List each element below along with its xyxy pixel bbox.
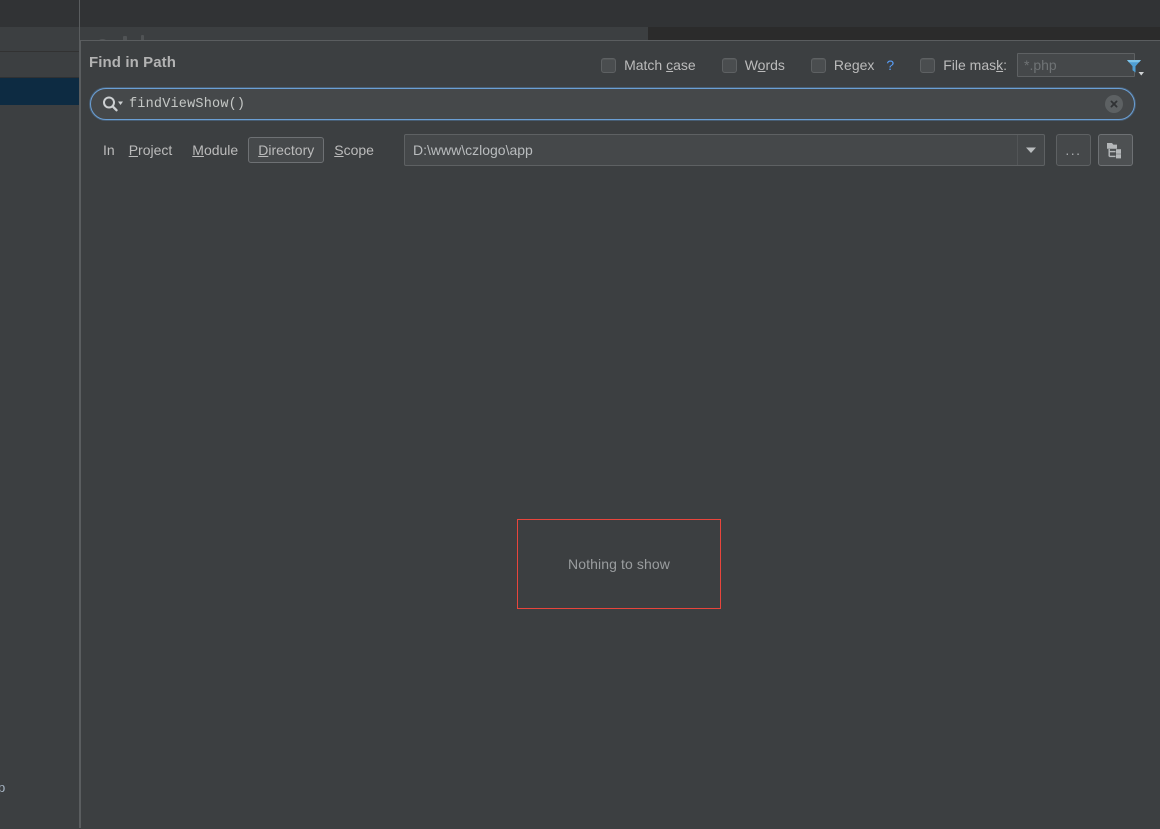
close-icon (1110, 100, 1118, 108)
option-match-case[interactable]: Match case (601, 57, 696, 73)
ide-edge-text: p (0, 780, 6, 795)
scope-tab-project[interactable]: Project (119, 137, 183, 163)
folder-tree-icon (1107, 142, 1121, 158)
scope-tab-scope[interactable]: Scope (324, 137, 384, 163)
scope-tab-directory[interactable]: Directory (248, 137, 325, 163)
chevron-down-icon (118, 101, 123, 105)
directory-path-combobox[interactable]: D:\www\czlogo\app (404, 134, 1045, 166)
scope-tab-module[interactable]: Module (182, 137, 248, 163)
regex-help-link[interactable]: ? (886, 57, 894, 73)
directory-path-value[interactable]: D:\www\czlogo\app (405, 142, 1017, 158)
filter-dropdown-button[interactable] (1117, 53, 1151, 79)
match-case-checkbox[interactable] (601, 57, 617, 73)
option-words[interactable]: Words (721, 57, 785, 73)
option-file-mask[interactable]: File mask: (920, 53, 1135, 77)
dialog-title: Find in Path (89, 54, 177, 71)
scope-tab-group: In Project Module Directory Scope (93, 137, 384, 163)
directory-path-dropdown-button[interactable] (1017, 135, 1044, 165)
empty-results-message: Nothing to show (568, 556, 670, 572)
ide-project-panel-row (0, 52, 80, 78)
regex-label: Regex (833, 57, 875, 73)
option-regex[interactable]: Regex ? (810, 57, 894, 73)
search-icon-group[interactable] (95, 95, 129, 113)
regex-checkbox[interactable] (810, 57, 826, 73)
ide-title-bar (0, 0, 1160, 28)
search-options-row: Match case Words Regex ? File mask: (601, 53, 1144, 77)
chevron-down-icon (1026, 147, 1036, 153)
search-icon (103, 96, 123, 112)
search-results-area: Nothing to show (81, 173, 1160, 829)
file-mask-checkbox[interactable] (920, 57, 936, 73)
toggle-file-tree-button[interactable] (1098, 134, 1133, 166)
clear-search-button[interactable] (1105, 95, 1123, 113)
search-input-value[interactable]: findViewShow() (129, 97, 1105, 112)
empty-results-highlight: Nothing to show (517, 519, 721, 609)
words-checkbox[interactable] (721, 57, 737, 73)
search-input-container[interactable]: findViewShow() (90, 88, 1135, 120)
find-in-path-dialog: Find in Path Match case Words Regex ? Fi… (80, 40, 1160, 829)
scope-selector-row: In Project Module Directory Scope D:\www… (81, 131, 1160, 173)
ide-project-selected-row (0, 78, 80, 105)
words-label: Words (744, 57, 785, 73)
dialog-header: Find in Path Match case Words Regex ? Fi… (81, 41, 1160, 87)
browse-directory-button[interactable]: ... (1056, 134, 1091, 166)
scope-prefix-label: In (103, 142, 115, 158)
file-mask-label: File mask: (943, 57, 1007, 73)
filter-funnel-icon (1127, 60, 1144, 76)
match-case-label: Match case (624, 57, 696, 73)
